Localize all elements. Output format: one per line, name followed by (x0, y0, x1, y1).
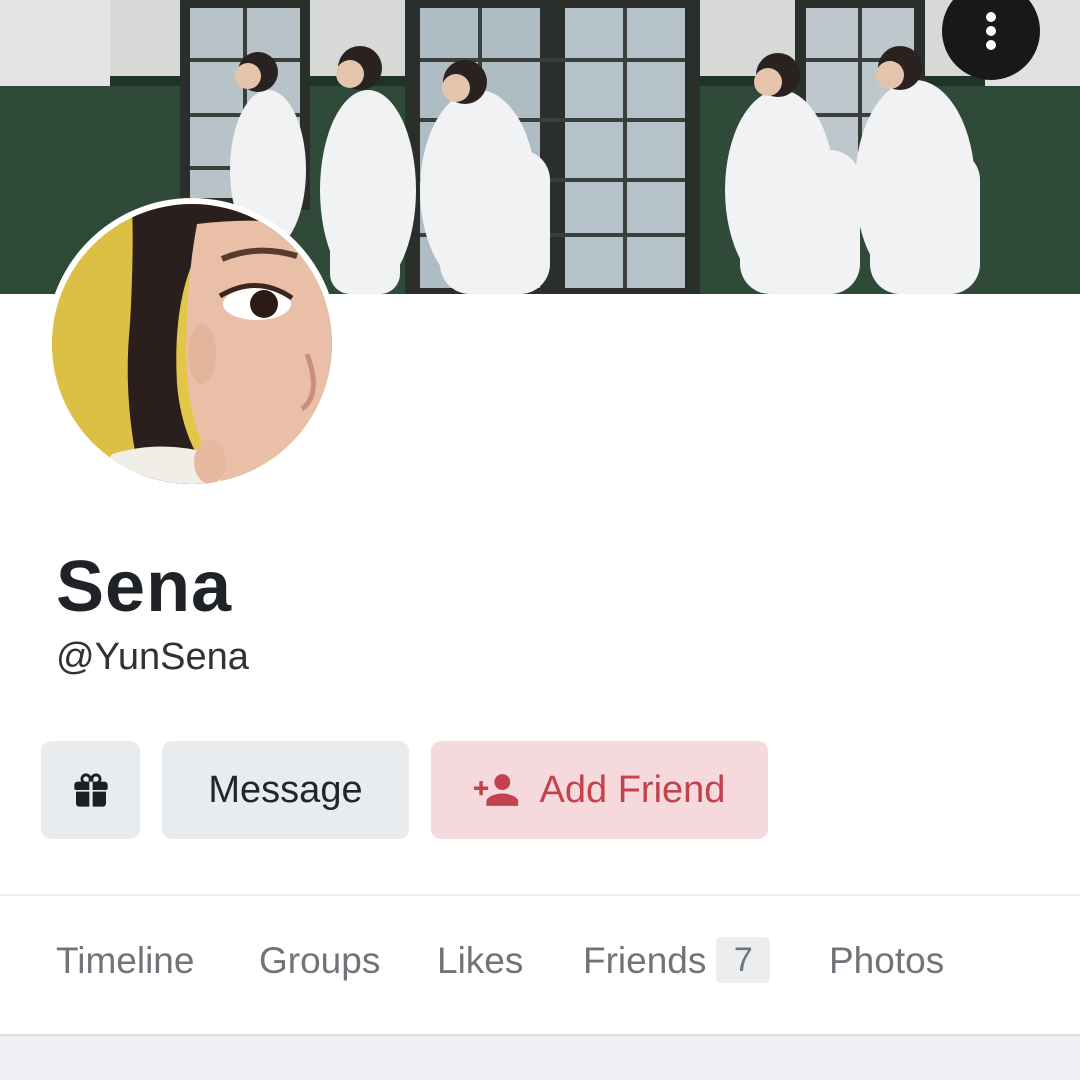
gift-button[interactable] (41, 741, 140, 839)
avatar[interactable] (46, 198, 338, 490)
display-name: Sena (56, 547, 233, 627)
friends-count-badge: 7 (716, 937, 771, 984)
message-button[interactable]: Message (162, 741, 409, 839)
gift-icon (73, 773, 108, 807)
profile-tabs: Timeline Groups Likes Friends 7 Photos (0, 896, 1080, 1034)
tab-groups-label: Groups (259, 940, 381, 981)
person-add-icon (473, 774, 518, 806)
message-button-label: Message (208, 768, 363, 811)
tab-likes-label: Likes (437, 940, 524, 981)
tab-timeline-label: Timeline (56, 940, 195, 981)
tab-friends[interactable]: Friends 7 (583, 937, 771, 986)
tab-friends-label: Friends (583, 940, 707, 981)
tab-photos-label: Photos (829, 940, 945, 981)
more-vertical-icon-dot-3 (986, 40, 996, 50)
add-friend-button[interactable]: Add Friend (431, 741, 768, 839)
username-handle: @YunSena (56, 636, 249, 678)
add-friend-label: Add Friend (539, 768, 726, 811)
tab-timeline[interactable]: Timeline (56, 940, 194, 982)
avatar-photo (52, 204, 332, 484)
tab-photos[interactable]: Photos (829, 940, 944, 982)
tab-likes[interactable]: Likes (437, 940, 523, 982)
tab-groups[interactable]: Groups (259, 940, 380, 982)
more-vertical-icon (986, 12, 996, 22)
more-vertical-icon-dot-2 (986, 26, 996, 36)
content-area-edge (0, 1034, 1080, 1080)
